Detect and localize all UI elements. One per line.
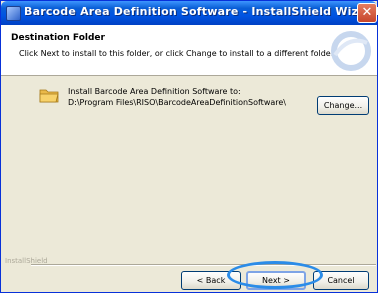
header-subtitle: Click Next to install to this folder, or… <box>19 49 336 58</box>
folder-icon <box>39 89 59 103</box>
window-title: Barcode Area Definition Software - Insta… <box>24 5 378 18</box>
installshield-brand: InstallShield <box>5 257 48 265</box>
install-destination-label: Install Barcode Area Definition Software… <box>68 87 241 96</box>
next-button-highlight <box>227 261 323 289</box>
wizard-header: Destination Folder Click Next to install… <box>1 25 377 76</box>
install-path: D:\Program Files\RISO\BarcodeAreaDefinit… <box>68 98 286 107</box>
installer-app-icon <box>6 6 21 21</box>
installer-window: Barcode Area Definition Software - Insta… <box>0 0 378 293</box>
footer-divider <box>31 264 376 266</box>
change-button[interactable]: Change... <box>317 96 369 115</box>
close-icon[interactable]: ✕ <box>357 3 377 23</box>
installshield-swirl-graphic <box>331 31 371 71</box>
title-bar[interactable]: Barcode Area Definition Software - Insta… <box>1 1 378 25</box>
header-title: Destination Folder <box>11 33 105 43</box>
